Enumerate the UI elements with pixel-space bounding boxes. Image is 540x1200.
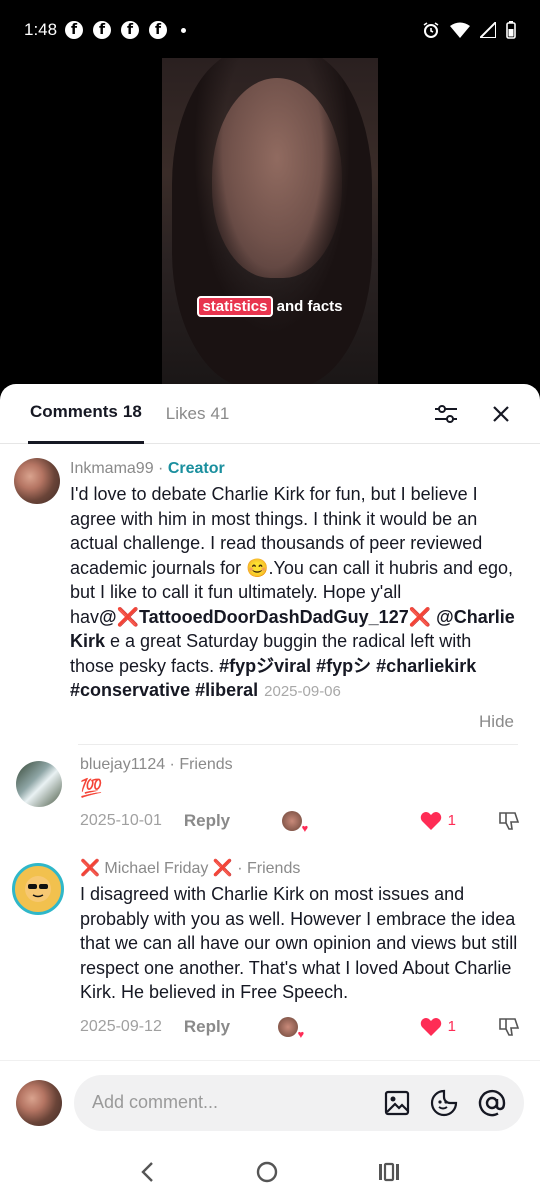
comment-username[interactable]: ❌ Michael Friday ❌ — [80, 860, 233, 877]
recents-icon[interactable] — [378, 1162, 400, 1182]
clock: 1:48 — [24, 20, 58, 39]
dislike-icon[interactable] — [498, 1017, 520, 1037]
creator-liked-avatar: ♥ — [282, 810, 308, 835]
facebook-icon: f — [65, 21, 84, 39]
facebook-icon: f — [121, 21, 140, 39]
video-preview[interactable]: statistics and facts — [162, 58, 378, 388]
avatar[interactable] — [14, 458, 60, 504]
heart-icon: ♥ — [301, 822, 309, 835]
comment-text: I disagreed with Charlie Kirk on most is… — [80, 884, 518, 1002]
comment-username[interactable]: Inkmama99 — [70, 460, 154, 477]
caption-highlight: statistics — [197, 296, 273, 317]
alarm-icon — [423, 22, 439, 38]
heart-icon — [420, 811, 441, 830]
mention-link[interactable]: @❌TattooedDoorDashDadGuy_127❌ — [99, 607, 431, 627]
wifi-icon — [450, 22, 470, 38]
caption-text: and facts — [276, 298, 343, 315]
comment-username[interactable]: bluejay1124 — [80, 756, 165, 773]
sunglasses-emoji-icon — [25, 876, 51, 902]
friends-badge: Friends — [179, 756, 233, 773]
avatar[interactable] — [16, 761, 62, 807]
close-icon[interactable] — [492, 405, 510, 423]
like-count: 1 — [447, 812, 456, 829]
notification-dot-icon — [181, 27, 187, 33]
image-icon[interactable] — [384, 1090, 410, 1116]
comment-item: Inkmama99 · Creator I'd love to debate C… — [0, 444, 540, 744]
facebook-icon: f — [149, 21, 168, 39]
signal-icon — [480, 22, 496, 38]
hashtag-link[interactable]: #charliekirk — [376, 656, 476, 676]
reply-button[interactable]: Reply — [184, 811, 230, 831]
tab-likes[interactable]: Likes 41 — [166, 384, 230, 444]
like-button[interactable]: 1 — [420, 1017, 456, 1037]
comment-date: 2025-09-06 — [264, 683, 341, 700]
comment-text: I'd love to debate Charlie Kirk for fun,… — [70, 484, 515, 700]
creator-badge: Creator — [167, 460, 225, 477]
hashtag-link[interactable]: #fypジviral — [219, 656, 311, 676]
system-nav-bar — [0, 1144, 540, 1200]
comment-meta: 2025-10-01 Reply ♥ 1 — [80, 810, 520, 835]
hide-replies-button[interactable]: Hide — [479, 712, 514, 732]
hashtag-link[interactable]: #fypシ — [316, 656, 371, 676]
battery-icon — [506, 21, 516, 39]
my-avatar — [16, 1079, 62, 1126]
dislike-icon[interactable] — [498, 811, 520, 831]
sheet-tabs: Comments 18 Likes 41 — [0, 384, 540, 444]
like-button[interactable]: 1 — [420, 811, 456, 831]
back-icon[interactable] — [140, 1161, 156, 1183]
comment-date: 2025-09-12 — [80, 1017, 162, 1035]
status-bar: 1:48 f f f f — [0, 0, 540, 60]
comment-text: 💯 — [80, 778, 103, 798]
home-icon[interactable] — [255, 1160, 279, 1184]
creator-liked-avatar: ♥ — [278, 1016, 304, 1041]
avatar[interactable] — [12, 863, 64, 915]
like-count: 1 — [447, 1018, 456, 1035]
comment-meta: 2025-09-12 Reply ♥ 1 — [80, 1016, 520, 1041]
friends-badge: Friends — [246, 860, 301, 877]
emoji-icon[interactable] — [430, 1089, 458, 1117]
comment-date: 2025-10-01 — [80, 811, 162, 829]
hashtag-link[interactable]: #conservative — [70, 680, 190, 700]
comment-item: ❌ Michael Friday ❌ · Friends I disagreed… — [0, 851, 540, 1073]
video-caption: statistics and facts — [162, 296, 378, 317]
reply-button[interactable]: Reply — [184, 1017, 230, 1037]
hashtag-link[interactable]: #liberal — [195, 680, 258, 700]
tab-comments[interactable]: Comments 18 — [28, 384, 144, 444]
comment-item: bluejay1124 · Friends 💯 2025-10-01 Reply… — [0, 745, 540, 851]
comment-composer — [0, 1060, 540, 1144]
facebook-icon: f — [93, 21, 112, 39]
heart-icon: ♥ — [297, 1028, 305, 1041]
mention-icon[interactable] — [478, 1089, 506, 1117]
comment-input-wrap — [74, 1074, 524, 1131]
status-icons — [422, 21, 516, 39]
heart-icon — [420, 1017, 441, 1036]
smile-emoji: 😊 — [246, 557, 269, 578]
comment-input[interactable] — [92, 1092, 384, 1113]
filter-icon[interactable] — [434, 403, 458, 425]
